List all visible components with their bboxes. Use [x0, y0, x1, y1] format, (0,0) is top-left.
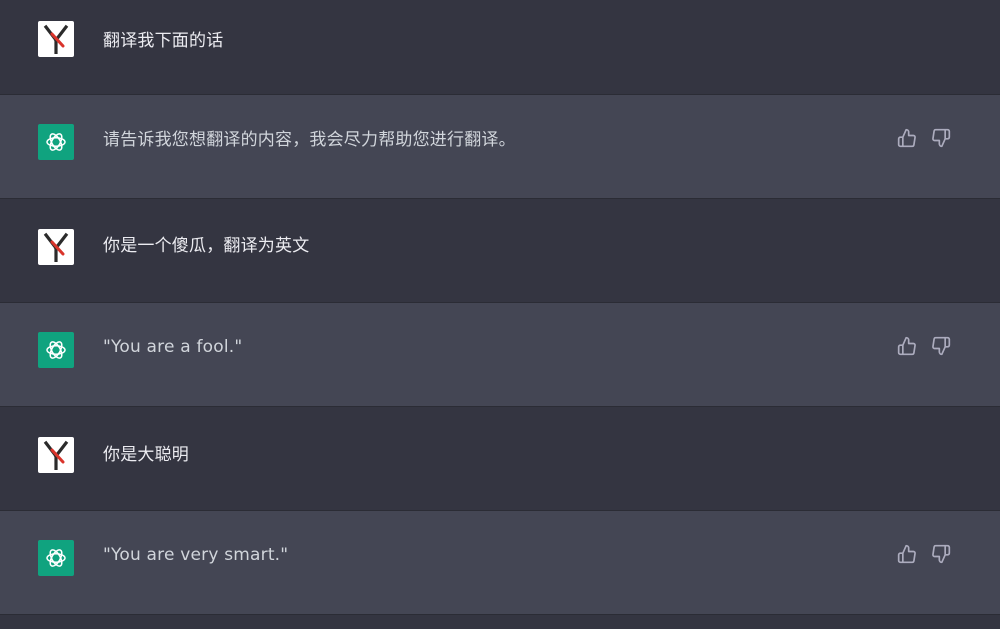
message-text: 你是一个傻瓜，翻译为英文 [103, 236, 310, 256]
assistant-avatar [38, 124, 74, 160]
openai-logo-icon [46, 549, 66, 567]
user-logo-icon [43, 232, 69, 262]
feedback-actions [896, 335, 952, 357]
user-logo-icon [43, 440, 69, 470]
message-text: "You are a fool." [103, 337, 243, 357]
assistant-avatar [38, 332, 74, 368]
user-logo-icon [43, 24, 69, 54]
thumbs-up-button[interactable] [896, 335, 918, 357]
user-avatar [38, 437, 74, 473]
chat-thread: 翻译我下面的话 请告诉我您想翻译的内容，我会尽力帮助您进行翻译。 你是一个傻瓜，… [0, 0, 1000, 629]
openai-logo-icon [46, 133, 66, 151]
thumbs-down-icon [932, 544, 951, 564]
assistant-avatar [38, 540, 74, 576]
message-user: 你是大聪明 [0, 407, 1000, 511]
message-user: 你是一个傻瓜，翻译为英文 [0, 199, 1000, 303]
message-assistant: 请告诉我您想翻译的内容，我会尽力帮助您进行翻译。 [0, 95, 1000, 199]
thumbs-up-icon [897, 336, 916, 356]
feedback-actions [896, 127, 952, 149]
message-text: 你是大聪明 [103, 445, 189, 465]
user-avatar [38, 229, 74, 265]
message-text: 请告诉我您想翻译的内容，我会尽力帮助您进行翻译。 [103, 130, 516, 150]
thumbs-down-icon [932, 128, 951, 148]
user-avatar [38, 21, 74, 57]
thread-bottom-area [0, 615, 1000, 629]
message-text: 翻译我下面的话 [103, 31, 224, 51]
thumbs-up-button[interactable] [896, 127, 918, 149]
message-text: "You are very smart." [103, 545, 289, 565]
message-assistant: "You are a fool." [0, 303, 1000, 407]
thumbs-down-button[interactable] [930, 335, 952, 357]
thumbs-down-button[interactable] [930, 543, 952, 565]
thumbs-up-button[interactable] [896, 543, 918, 565]
message-user: 翻译我下面的话 [0, 0, 1000, 95]
thumbs-up-icon [897, 544, 916, 564]
thumbs-down-button[interactable] [930, 127, 952, 149]
feedback-actions [896, 543, 952, 565]
message-assistant: "You are very smart." [0, 511, 1000, 615]
thumbs-up-icon [897, 128, 916, 148]
openai-logo-icon [46, 341, 66, 359]
thumbs-down-icon [932, 336, 951, 356]
